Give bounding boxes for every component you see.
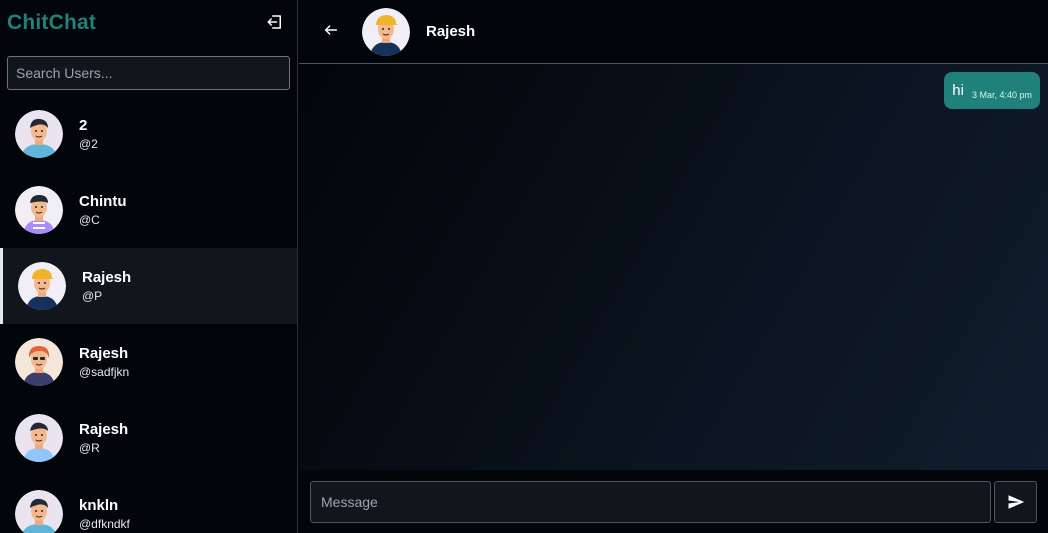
user-name: 2 [79,117,88,134]
send-button[interactable] [994,481,1037,523]
search-users-input[interactable] [7,56,290,90]
app-brand: ChitChat [7,11,97,34]
user-list-item[interactable]: Rajesh @sadfjkn [0,324,297,400]
avatar-icon [18,262,66,310]
avatar-icon [15,490,63,533]
arrow-left-icon [324,25,338,35]
avatar-icon [15,414,63,462]
chat-partner-name: Rajesh [426,23,476,40]
user-name: Rajesh [82,269,132,286]
user-handle: @P [82,289,103,303]
user-name: knkln [79,497,119,514]
message-area[interactable]: hi 3 Mar, 4:40 pm [299,64,1048,470]
user-name: Rajesh [79,345,129,362]
user-info: knkln @dfkndkf [79,496,130,532]
avatar-icon [15,338,63,386]
user-handle: @dfkndkf [79,517,130,531]
chat-panel: Rajesh hi 3 Mar, 4:40 pm [299,0,1048,533]
user-name: Chintu [79,193,127,210]
avatar-icon [15,186,63,234]
user-name: Rajesh [79,421,129,438]
chat-partner-avatar [362,8,410,56]
message-bubble-outgoing[interactable]: hi 3 Mar, 4:40 pm [944,72,1040,109]
user-info: Rajesh @P [82,268,131,304]
back-button[interactable] [321,20,341,40]
message-composer [299,470,1048,533]
sidebar: ChitChat 2 [0,0,298,533]
user-list-item-active[interactable]: Rajesh @P [0,248,297,324]
user-info: 2 @2 [79,116,98,152]
user-handle: @sadfjkn [79,365,130,379]
user-list-item[interactable]: 2 @2 [0,96,297,172]
message-text: hi [952,82,964,99]
message-timestamp: 3 Mar, 4:40 pm [971,89,1032,100]
logout-icon [267,15,281,29]
message-input[interactable] [310,481,991,523]
user-list-item[interactable]: Rajesh @R [0,400,297,476]
user-list-item[interactable]: knkln @dfkndkf [0,476,297,533]
user-handle: @C [79,213,100,227]
chat-header: Rajesh [299,0,1048,64]
user-handle: @R [79,441,100,455]
user-list-item[interactable]: Chintu @C [0,172,297,248]
user-info: Chintu @C [79,192,126,228]
user-list: 2 @2 Chintu @C Rajesh @P Rajesh @sadfjkn… [0,96,297,533]
user-info: Rajesh @sadfjkn [79,344,129,380]
send-icon [1008,495,1024,509]
user-handle: @2 [79,137,98,151]
avatar-icon [15,110,63,158]
logout-button[interactable] [265,12,285,32]
user-info: Rajesh @R [79,420,128,456]
